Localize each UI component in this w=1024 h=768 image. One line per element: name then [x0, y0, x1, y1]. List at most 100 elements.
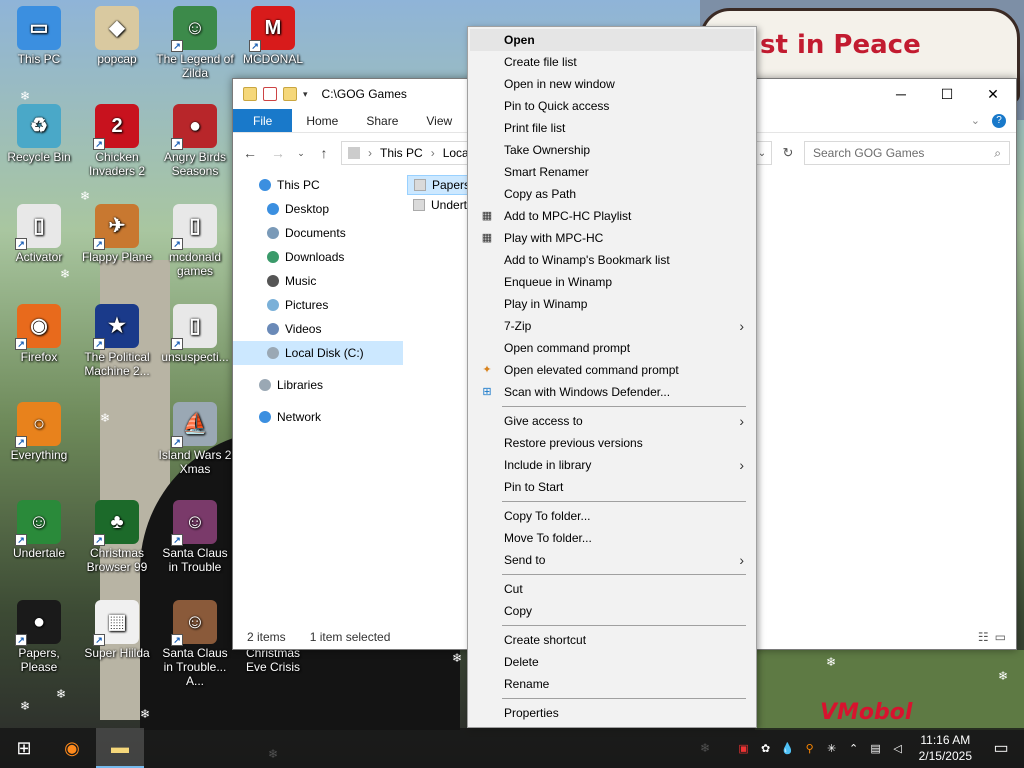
- nav-item-videos[interactable]: Videos: [233, 317, 403, 341]
- action-center-button[interactable]: ▭: [986, 728, 1016, 768]
- chevron-up-icon[interactable]: ⌃: [847, 741, 861, 755]
- menu-item-enqueue-in-winamp[interactable]: Enqueue in Winamp: [470, 271, 754, 293]
- desktop-icon-mcdonald-games[interactable]: ▯ ↗ mcdonald games: [156, 204, 234, 278]
- menu-item-scan-with-windows-defender[interactable]: ⊞ Scan with Windows Defender...: [470, 381, 754, 403]
- drop-tray-icon[interactable]: 💧: [781, 741, 795, 755]
- details-view-icon[interactable]: ☷: [978, 630, 989, 644]
- menu-item-open-in-new-window[interactable]: Open in new window: [470, 73, 754, 95]
- menu-item-7-zip[interactable]: 7-Zip ›: [470, 315, 754, 337]
- help-icon[interactable]: ?: [992, 113, 1006, 128]
- menu-item-copy-to-folder[interactable]: Copy To folder...: [470, 505, 754, 527]
- app-tray-icon[interactable]: ▣: [737, 741, 751, 755]
- desktop-icon-super-hiilda[interactable]: ▦ ↗ Super Hiilda: [78, 600, 156, 660]
- menu-item-restore-previous-versions[interactable]: Restore previous versions: [470, 432, 754, 454]
- taskbar-firefox[interactable]: ◉: [48, 728, 96, 768]
- menu-item-take-ownership[interactable]: Take Ownership: [470, 139, 754, 161]
- menu-item-give-access-to[interactable]: Give access to ›: [470, 410, 754, 432]
- menu-item-smart-renamer[interactable]: Smart Renamer: [470, 161, 754, 183]
- close-button[interactable]: ✕: [970, 79, 1016, 109]
- desktop-icon-everything[interactable]: ○ ↗ Everything: [0, 402, 78, 462]
- refresh-button[interactable]: ↻: [778, 145, 798, 161]
- maximize-button[interactable]: ☐: [924, 79, 970, 109]
- chevron-down-icon[interactable]: ⌄: [971, 114, 980, 127]
- context-menu: Open Create file list Open in new window Pi…: [467, 26, 757, 728]
- desktop-icon-unsuspecti[interactable]: ▯ ↗ unsuspecti...: [156, 304, 234, 364]
- shortcut-arrow-icon: ↗: [171, 436, 183, 448]
- recent-locations-button[interactable]: ⌄: [295, 148, 307, 159]
- nav-item-network[interactable]: Network: [233, 405, 403, 429]
- nav-item-music[interactable]: Music: [233, 269, 403, 293]
- people-tray-icon[interactable]: ✿: [759, 741, 773, 755]
- desktop-icon-papers-please[interactable]: ● ↗ Papers, Please: [0, 600, 78, 674]
- tab-view[interactable]: View: [412, 109, 466, 132]
- forward-button[interactable]: →: [267, 145, 289, 161]
- menu-item-move-to-folder[interactable]: Move To folder...: [470, 527, 754, 549]
- network-icon[interactable]: ▤: [869, 741, 883, 755]
- menu-item-delete[interactable]: Delete: [470, 651, 754, 673]
- desktop-icon-island-wars-2-xmas[interactable]: ⛵ ↗ Island Wars 2 Xmas: [156, 402, 234, 476]
- desktop-icon-recycle-bin[interactable]: ♻ Recycle Bin: [0, 104, 78, 164]
- menu-item-play-in-winamp[interactable]: Play in Winamp: [470, 293, 754, 315]
- tab-home[interactable]: Home: [292, 109, 352, 132]
- menu-item-add-to-mpc-hc-playlist[interactable]: ▦ Add to MPC-HC Playlist: [470, 205, 754, 227]
- nav-item-downloads[interactable]: Downloads: [233, 245, 403, 269]
- menu-item-pin-to-start[interactable]: Pin to Start: [470, 476, 754, 498]
- menu-item-copy[interactable]: Copy: [470, 600, 754, 622]
- taskbar-file-explorer[interactable]: ▬: [96, 728, 144, 768]
- menu-item-create-shortcut[interactable]: Create shortcut: [470, 629, 754, 651]
- nav-item-pictures[interactable]: Pictures: [233, 293, 403, 317]
- menu-item-include-in-library[interactable]: Include in library ›: [470, 454, 754, 476]
- desktop-icon-santa-claus-in-trouble[interactable]: ☺ ↗ Santa Claus in Trouble: [156, 500, 234, 574]
- snowflake-tray-icon[interactable]: ✳: [825, 741, 839, 755]
- desktop-icon-firefox[interactable]: ◉ ↗ Firefox: [0, 304, 78, 364]
- menu-item-copy-as-path[interactable]: Copy as Path: [470, 183, 754, 205]
- nav-item-libraries[interactable]: Libraries: [233, 373, 403, 397]
- desktop-icon-undertale[interactable]: ☺ ↗ Undertale: [0, 500, 78, 560]
- menu-item-cut[interactable]: Cut: [470, 578, 754, 600]
- menu-item-pin-to-quick-access[interactable]: Pin to Quick access: [470, 95, 754, 117]
- menu-item-print-file-list[interactable]: Print file list: [470, 117, 754, 139]
- desktop-icon-santa-claus-in-trouble-a[interactable]: ☺ ↗ Santa Claus in Trouble... A...: [156, 600, 234, 688]
- desktop-icon-this-pc[interactable]: ▭ This PC: [0, 6, 78, 66]
- menu-item-send-to[interactable]: Send to ›: [470, 549, 754, 571]
- search-input[interactable]: Search GOG Games ⌕: [804, 141, 1010, 165]
- menu-item-add-to-winamp-s-bookmark-list[interactable]: Add to Winamp's Bookmark list: [470, 249, 754, 271]
- menu-item-properties[interactable]: Properties: [470, 702, 754, 724]
- properties-icon[interactable]: [263, 87, 277, 101]
- menu-item-open-command-prompt[interactable]: Open command prompt: [470, 337, 754, 359]
- desktop-icon-popcap[interactable]: ◆ popcap: [78, 6, 156, 66]
- file-item[interactable]: Undert: [407, 195, 473, 215]
- tab-share[interactable]: Share: [352, 109, 412, 132]
- desktop-icon-mcdonal[interactable]: M ↗ MCDONAL: [234, 6, 312, 66]
- desktop-icon-flappy-plane[interactable]: ✈ ↗ Flappy Plane: [78, 204, 156, 264]
- desktop-icon-angry-birds-seasons[interactable]: ● ↗ Angry Birds Seasons: [156, 104, 234, 178]
- tab-file[interactable]: File: [233, 109, 293, 132]
- chevron-down-icon[interactable]: ▾: [303, 89, 308, 100]
- menu-item-create-file-list[interactable]: Create file list: [470, 51, 754, 73]
- back-button[interactable]: ←: [239, 145, 261, 161]
- breadcrumb-this-pc[interactable]: This PC: [380, 146, 423, 160]
- minimize-button[interactable]: ─: [878, 79, 924, 109]
- start-button[interactable]: ⊞: [0, 728, 48, 768]
- menu-item-play-with-mpc-hc[interactable]: ▦ Play with MPC-HC: [470, 227, 754, 249]
- desktop-icon-christmas-browser-99[interactable]: ♣ ↗ Christmas Browser 99: [78, 500, 156, 574]
- large-icons-view-icon[interactable]: ▭: [995, 630, 1006, 644]
- desktop-icon-activator[interactable]: ▯ ↗ Activator: [0, 204, 78, 264]
- desktop-icon-the-political-machine-2[interactable]: ★ ↗ The Political Machine 2...: [78, 304, 156, 378]
- desktop-icon-chicken-invaders-2[interactable]: 2 ↗ Chicken Invaders 2: [78, 104, 156, 178]
- clock[interactable]: 11:16 AM 2/15/2025: [913, 732, 978, 764]
- nav-item-desktop[interactable]: Desktop: [233, 197, 403, 221]
- nav-item-documents[interactable]: Documents: [233, 221, 403, 245]
- nav-item-local-disk-c[interactable]: Local Disk (C:): [233, 341, 403, 365]
- up-button[interactable]: ↑: [313, 145, 335, 161]
- menu-item-open[interactable]: Open: [470, 29, 754, 51]
- search-tray-icon[interactable]: ⚲: [803, 741, 817, 755]
- new-folder-icon[interactable]: [283, 87, 297, 101]
- menu-item-open-elevated-command-prompt[interactable]: ✦ Open elevated command prompt: [470, 359, 754, 381]
- snowflake-icon: ❄: [80, 189, 91, 203]
- menu-item-rename[interactable]: Rename: [470, 673, 754, 695]
- menu-item-label: Print file list: [504, 121, 566, 135]
- desktop-icon-the-legend-of-zilda[interactable]: ☺ ↗ The Legend of Zilda: [156, 6, 234, 80]
- nav-item-this-pc[interactable]: This PC: [233, 173, 403, 197]
- volume-icon[interactable]: ◁: [891, 741, 905, 755]
